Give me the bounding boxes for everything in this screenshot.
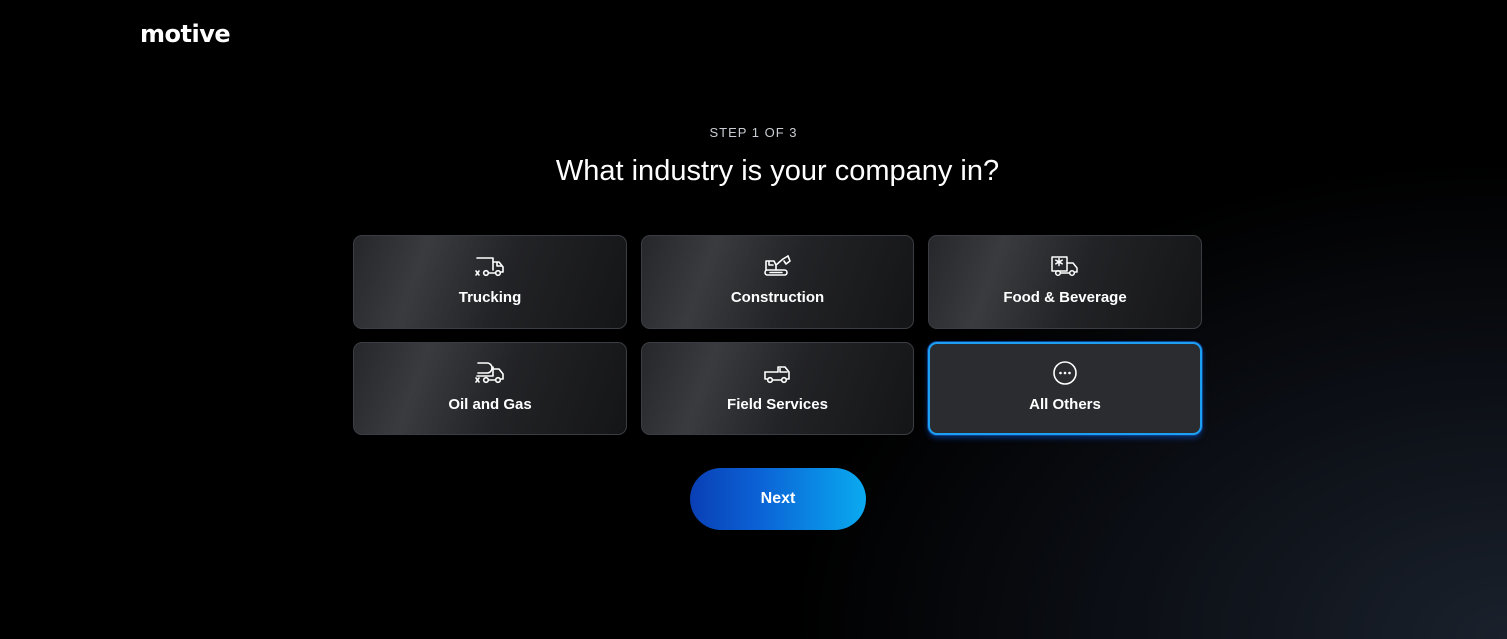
industry-label: Oil and Gas bbox=[448, 396, 532, 413]
more-dots-icon bbox=[1053, 361, 1077, 385]
industry-label: Food & Beverage bbox=[1003, 289, 1127, 306]
pickup-truck-icon bbox=[763, 366, 790, 384]
industry-option-field-services[interactable]: Field Services bbox=[641, 342, 914, 435]
industry-label: Trucking bbox=[458, 289, 522, 306]
industry-label: Construction bbox=[730, 289, 825, 306]
industry-option-oil-gas[interactable]: Oil and Gas bbox=[353, 342, 627, 435]
industry-label: All Others bbox=[1029, 396, 1101, 413]
industry-label: Field Services bbox=[727, 396, 828, 413]
industry-option-construction[interactable]: Construction bbox=[641, 235, 914, 329]
step-indicator: STEP 1 OF 3 bbox=[709, 125, 798, 140]
industry-options: Trucking Construction Food & Beverage Oi… bbox=[353, 235, 1202, 435]
next-button[interactable]: Next bbox=[690, 468, 866, 530]
industry-option-trucking[interactable]: Trucking bbox=[353, 235, 627, 329]
industry-option-all-others[interactable]: All Others bbox=[928, 342, 1202, 435]
page-title: What industry is your company in? bbox=[555, 155, 1000, 187]
motive-logo: motive bbox=[140, 20, 231, 48]
refrigerated-truck-icon bbox=[1051, 256, 1078, 277]
excavator-icon bbox=[763, 255, 791, 276]
industry-option-food-beverage[interactable]: Food & Beverage bbox=[928, 235, 1202, 329]
truck-icon bbox=[475, 257, 504, 277]
tanker-truck-icon bbox=[475, 362, 504, 384]
